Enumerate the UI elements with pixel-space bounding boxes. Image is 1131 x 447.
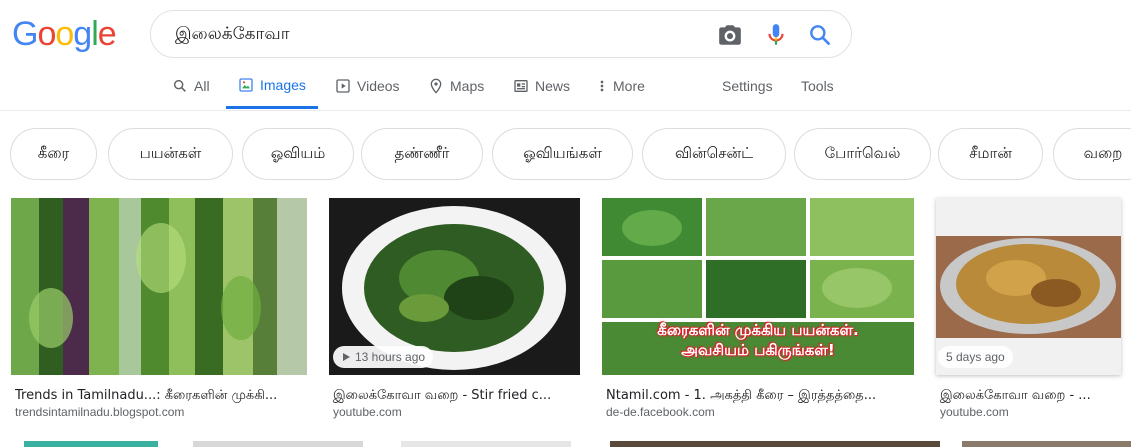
camera-icon[interactable] bbox=[717, 22, 743, 48]
tab-label: Videos bbox=[357, 78, 400, 94]
tab-more[interactable]: More bbox=[597, 64, 645, 108]
news-icon bbox=[514, 80, 528, 92]
image-result[interactable]: 13 hours ago இலைக்கோவா வறை - Stir fried … bbox=[329, 198, 580, 419]
badge-label: 13 hours ago bbox=[355, 350, 426, 364]
chip[interactable]: போர்வெல் bbox=[794, 128, 931, 180]
result-source[interactable]: youtube.com bbox=[940, 405, 1009, 419]
map-pin-icon bbox=[430, 78, 442, 94]
chip[interactable]: வறை bbox=[1053, 128, 1131, 180]
search-box bbox=[150, 10, 852, 58]
tab-videos[interactable]: Videos bbox=[335, 64, 400, 108]
result-title[interactable]: இலைக்கோவா வறை - ... bbox=[940, 388, 1120, 404]
play-icon bbox=[343, 353, 350, 361]
chip[interactable]: சீமான் bbox=[938, 128, 1043, 180]
result-thumbnail[interactable] bbox=[401, 441, 571, 447]
result-title[interactable]: இலைக்கோவா வறை - Stir fried c... bbox=[333, 388, 576, 404]
logo-letter: o bbox=[55, 15, 74, 53]
tab-label: All bbox=[194, 78, 210, 94]
logo-letter: e bbox=[97, 15, 117, 53]
microphone-icon[interactable] bbox=[763, 22, 789, 48]
chip[interactable]: தண்ணீர் bbox=[361, 128, 483, 180]
related-searches-chips: கீரை பயன்கள் ஓவியம் தண்ணீர் ஓவியங்கள் வி… bbox=[0, 128, 1131, 182]
tab-all[interactable]: All bbox=[172, 64, 210, 108]
image-icon bbox=[239, 78, 253, 92]
image-result[interactable]: கீரைகளின் முக்கிய பயன்கள். அவசியம் பகிரு… bbox=[602, 198, 914, 419]
search-icon[interactable] bbox=[807, 22, 833, 48]
result-source[interactable]: trendsintamilnadu.blogspot.com bbox=[15, 405, 184, 419]
chip[interactable]: கீரை bbox=[10, 128, 97, 180]
result-title[interactable]: Ntamil.com - 1. அகத்தி கீரை – இரத்தத்தை.… bbox=[606, 388, 912, 404]
tab-label: Settings bbox=[722, 78, 773, 94]
chip[interactable]: பயன்கள் bbox=[108, 128, 233, 180]
tab-label: Tools bbox=[801, 78, 834, 94]
result-thumbnail[interactable] bbox=[24, 441, 158, 447]
result-source[interactable]: de-de.facebook.com bbox=[606, 405, 715, 419]
logo-letter: o bbox=[37, 15, 56, 53]
chip[interactable]: ஓவியங்கள் bbox=[492, 128, 633, 180]
tab-news[interactable]: News bbox=[513, 64, 570, 108]
result-thumbnail[interactable] bbox=[610, 441, 940, 447]
video-icon bbox=[336, 79, 350, 93]
result-thumbnail[interactable] bbox=[193, 441, 363, 447]
tab-label: Maps bbox=[450, 78, 485, 94]
tab-label: More bbox=[613, 78, 645, 94]
tab-label: News bbox=[535, 78, 571, 94]
result-thumbnail[interactable]: கீரைகளின் முக்கிய பயன்கள். அவசியம் பகிரு… bbox=[602, 198, 914, 375]
logo-letter: G bbox=[12, 15, 38, 53]
result-thumbnail[interactable] bbox=[11, 198, 307, 375]
chip[interactable]: வின்சென்ட் bbox=[642, 128, 786, 180]
overlay-line: கீரைகளின் முக்கிய பயன்கள். bbox=[657, 321, 859, 339]
google-logo[interactable]: Google bbox=[12, 14, 117, 54]
badge-label: 5 days ago bbox=[946, 350, 1005, 364]
overlay-caption: கீரைகளின் முக்கிய பயன்கள். அவசியம் பகிரு… bbox=[602, 320, 914, 360]
image-result[interactable]: 5 days ago இலைக்கோவா வறை - ... youtube.c… bbox=[936, 198, 1121, 419]
tab-settings[interactable]: Settings bbox=[722, 64, 773, 108]
search-icon bbox=[173, 79, 186, 92]
tab-images[interactable]: Images bbox=[226, 64, 318, 109]
result-thumbnail[interactable] bbox=[962, 441, 1131, 447]
overlay-line: அவசியம் பகிருங்கள்! bbox=[681, 341, 835, 359]
image-result[interactable]: Trends in Tamilnadu...: கீரைகளின் முக்கி… bbox=[11, 198, 307, 419]
result-source[interactable]: youtube.com bbox=[333, 405, 402, 419]
tab-label: Images bbox=[260, 77, 306, 93]
video-duration-badge: 5 days ago bbox=[938, 346, 1013, 368]
tab-tools[interactable]: Tools bbox=[801, 64, 834, 108]
chip[interactable]: ஓவியம் bbox=[242, 128, 354, 180]
logo-letter: g bbox=[73, 15, 92, 53]
more-vert-icon bbox=[600, 80, 604, 92]
search-input[interactable] bbox=[173, 21, 697, 49]
result-title[interactable]: Trends in Tamilnadu...: கீரைகளின் முக்கி… bbox=[15, 388, 301, 404]
search-tabs: All Images Videos Maps News More Setting… bbox=[0, 64, 1131, 111]
tab-maps[interactable]: Maps bbox=[428, 64, 484, 108]
video-duration-badge: 13 hours ago bbox=[333, 346, 434, 368]
